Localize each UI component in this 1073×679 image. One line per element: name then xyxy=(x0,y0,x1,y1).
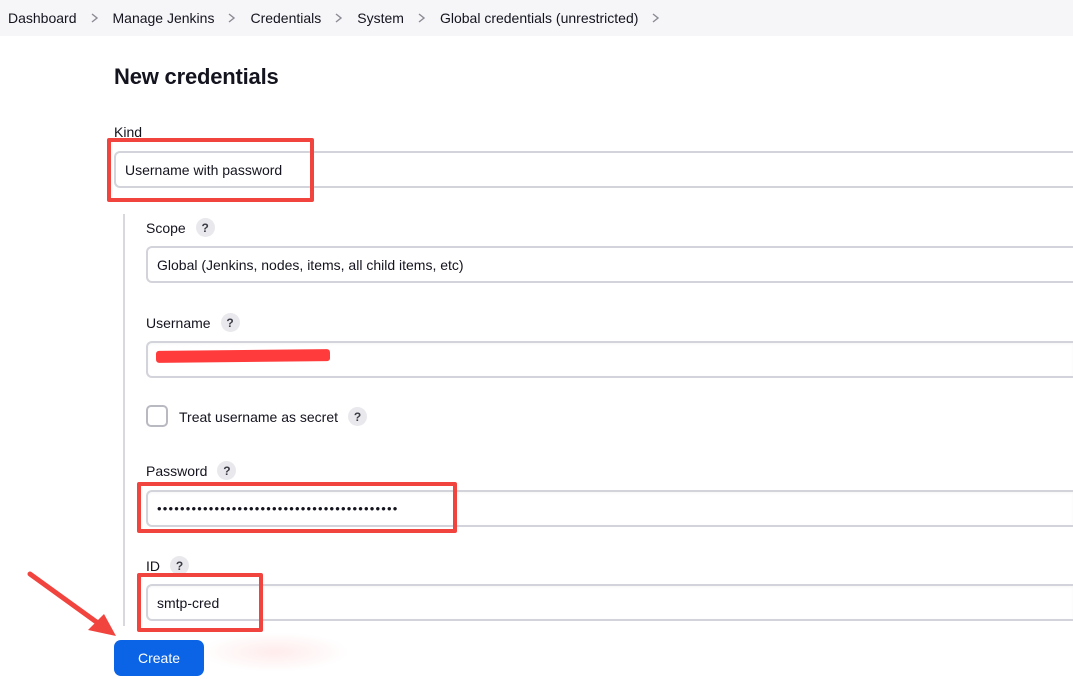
kind-select-value: Username with password xyxy=(125,161,283,178)
scope-label-text: Scope xyxy=(146,219,186,236)
kind-label-text: Kind xyxy=(114,124,143,140)
help-icon[interactable]: ? xyxy=(220,313,240,332)
breadcrumb-system[interactable]: System xyxy=(357,10,404,26)
scope-label: Scope ? xyxy=(146,218,215,237)
help-icon[interactable]: ? xyxy=(195,218,215,237)
help-icon[interactable]: ? xyxy=(170,556,189,575)
chevron-right-icon xyxy=(404,13,440,23)
username-label-text: Username xyxy=(146,314,211,331)
scope-select[interactable]: Global (Jenkins, nodes, items, all child… xyxy=(146,246,1073,283)
credential-fields-rail xyxy=(123,214,125,626)
breadcrumb-global-credentials[interactable]: Global credentials (unrestricted) xyxy=(440,10,638,26)
kind-select[interactable]: Username with password xyxy=(114,151,1073,188)
treat-username-secret-checkbox[interactable] xyxy=(146,405,168,427)
chevron-right-icon xyxy=(321,13,357,23)
redaction-mark xyxy=(155,349,331,363)
id-input[interactable]: smtp-cred xyxy=(146,584,1073,621)
help-icon[interactable]: ? xyxy=(217,461,237,480)
username-label: Username ? xyxy=(146,313,240,332)
arrow-annotation-icon xyxy=(27,571,116,636)
id-label-text: ID xyxy=(146,557,160,574)
chevron-right-icon xyxy=(214,13,250,23)
button-glow xyxy=(200,632,350,672)
breadcrumb-dashboard[interactable]: Dashboard xyxy=(8,10,77,26)
treat-username-secret-text: Treat username as secret xyxy=(179,408,338,425)
chevron-right-icon[interactable] xyxy=(638,13,674,23)
help-icon[interactable]: ? xyxy=(348,407,367,426)
chevron-right-icon xyxy=(77,13,113,23)
id-value: smtp-cred xyxy=(157,594,220,611)
breadcrumb-manage-jenkins[interactable]: Manage Jenkins xyxy=(113,10,215,26)
create-button[interactable]: Create xyxy=(114,640,204,676)
id-label: ID ? xyxy=(146,556,189,575)
password-value: ••••••••••••••••••••••••••••••••••••••••… xyxy=(157,501,399,516)
breadcrumb: Dashboard Manage Jenkins Credentials Sys… xyxy=(0,0,1073,36)
password-label-text: Password xyxy=(146,462,208,479)
treat-username-secret-label: Treat username as secret ? xyxy=(179,407,367,426)
breadcrumb-credentials[interactable]: Credentials xyxy=(250,10,321,26)
page-title: New credentials xyxy=(114,64,279,89)
kind-label: Kind xyxy=(114,124,142,140)
password-label: Password ? xyxy=(146,461,237,480)
password-input[interactable]: ••••••••••••••••••••••••••••••••••••••••… xyxy=(146,490,1073,527)
scope-select-value: Global (Jenkins, nodes, items, all child… xyxy=(157,256,464,273)
